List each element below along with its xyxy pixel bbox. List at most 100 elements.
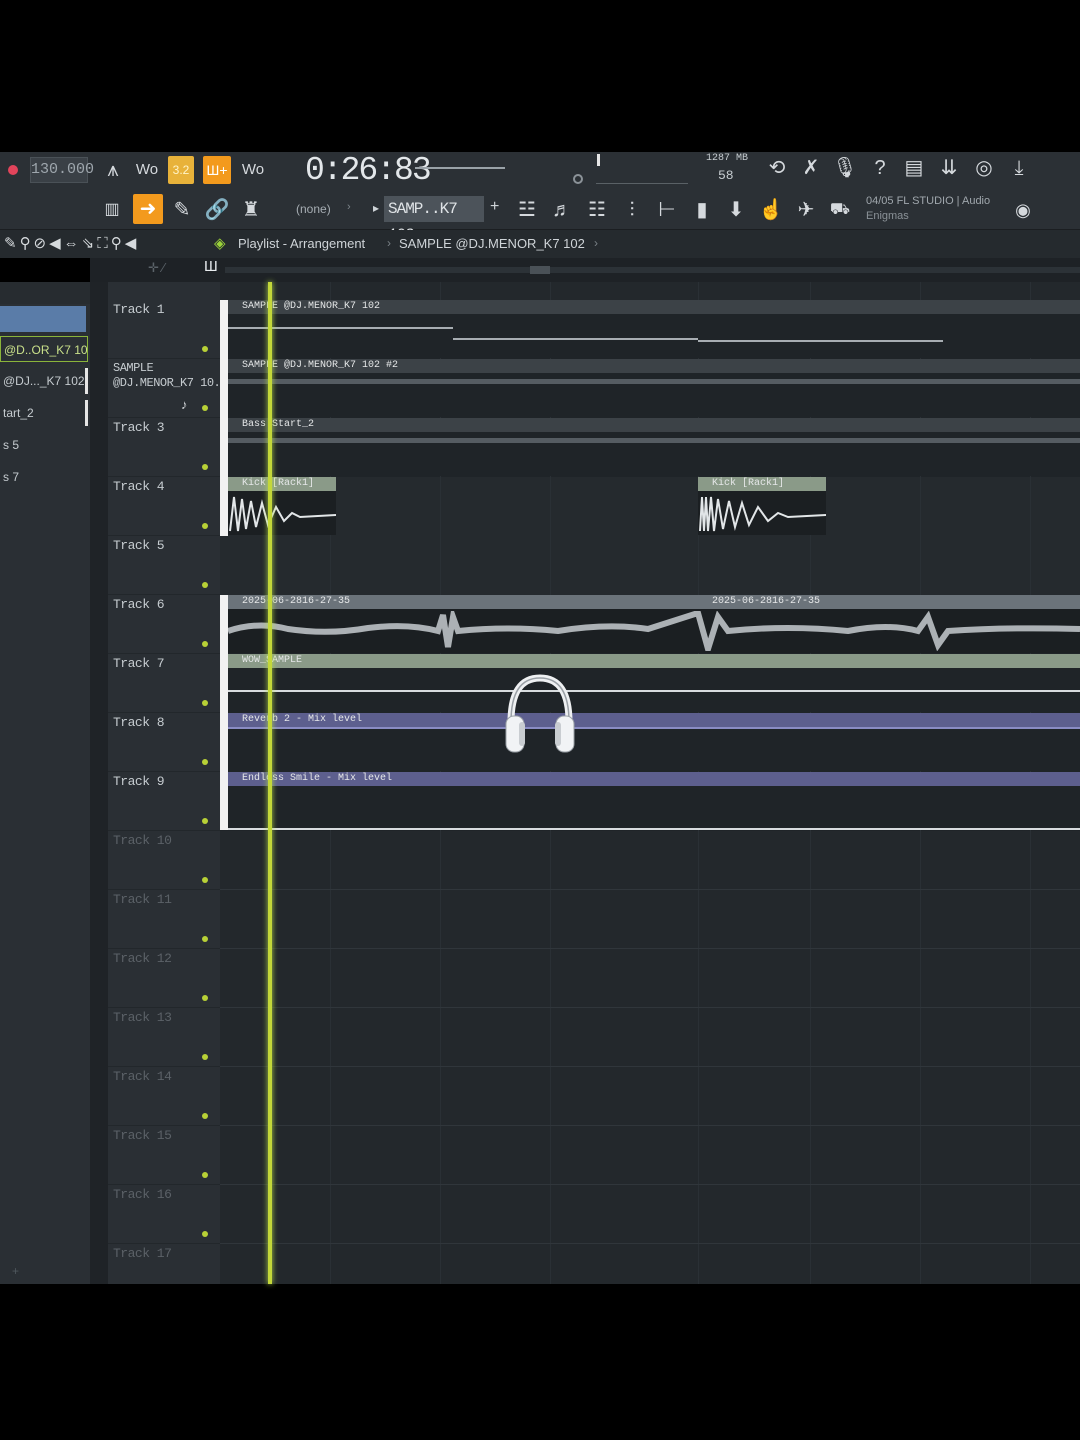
automation-clip[interactable]: Endless Smile - Mix level xyxy=(228,772,1080,830)
browser-item[interactable]: @D..OR_K7 102 xyxy=(0,336,88,362)
song-mode-button[interactable]: ➜ xyxy=(133,194,163,224)
add-pattern-icon[interactable]: + xyxy=(490,198,499,216)
playlist-pattern-name[interactable]: SAMPLE @DJ.MENOR_K7 102 xyxy=(399,236,585,251)
pattern-prev-icon[interactable]: ▸ xyxy=(373,201,379,215)
snap-select[interactable]: (none) xyxy=(296,202,331,216)
playlist-tools[interactable]: ✎⚲⊘◀⇔⇘⛶⚲◀ xyxy=(4,234,139,252)
track-name[interactable]: Track 11 xyxy=(113,892,172,907)
metronome-icon[interactable]: ⩚ xyxy=(100,158,126,182)
record-icon[interactable] xyxy=(8,165,18,175)
browser-selected-row[interactable] xyxy=(0,306,86,332)
track-name[interactable]: Track 13 xyxy=(113,1010,172,1025)
scroll-track[interactable] xyxy=(225,267,1080,273)
save-icon[interactable]: ▤ xyxy=(901,156,927,180)
scroll-thumb[interactable] xyxy=(530,266,550,274)
help-icon[interactable]: ? xyxy=(867,156,893,180)
audio-clip[interactable]: Kick [Rack1] xyxy=(228,477,336,535)
track-name[interactable]: Track 9 xyxy=(113,774,165,789)
plugin-icon[interactable]: ⬇ xyxy=(723,198,749,222)
news-subtext[interactable]: Enigmas xyxy=(866,210,909,222)
cart-icon[interactable]: ⛟ xyxy=(827,198,853,222)
master-volume-knob[interactable] xyxy=(573,174,583,184)
audio-clip[interactable]: Kick [Rack1] xyxy=(698,477,826,535)
piano-roll-icon[interactable]: ♬ xyxy=(549,198,575,222)
track-name[interactable]: Track 5 xyxy=(113,538,165,553)
audio-clip[interactable]: 2025-06-2816-27-35 2025-06-2816-27-35 xyxy=(228,595,1080,653)
chat-icon[interactable]: ◎ xyxy=(971,156,997,180)
pattern-number-display[interactable]: 3.2 xyxy=(168,156,194,184)
browser-item[interactable]: s 7 xyxy=(0,464,88,490)
track-mute-dot[interactable] xyxy=(202,700,208,706)
track-name[interactable]: Track 12 xyxy=(113,951,172,966)
pattern-clip[interactable]: WOW_SAMPLE xyxy=(228,654,1080,712)
wait-input-icon[interactable]: Wo xyxy=(134,158,160,182)
track-name[interactable]: Track 17 xyxy=(113,1246,172,1261)
track-name[interactable]: Track 4 xyxy=(113,479,165,494)
undo-history-icon[interactable]: ⟲ xyxy=(764,156,790,180)
export-icon[interactable]: ⇊ xyxy=(936,156,962,180)
pattern-clip[interactable]: Bass Start_2 xyxy=(228,418,1080,476)
track-name[interactable]: Track 16 xyxy=(113,1187,172,1202)
cut-tools-icon[interactable]: ✗ xyxy=(798,156,824,180)
track-name[interactable]: Track 15 xyxy=(113,1128,172,1143)
stamp-icon[interactable]: ♜ xyxy=(238,198,264,222)
mixer-icon[interactable]: ⫶ xyxy=(619,198,645,222)
track-mute-dot[interactable] xyxy=(202,405,208,411)
pattern-clip[interactable]: SAMPLE @DJ.MENOR_K7 102 xyxy=(228,300,1080,358)
pattern-clip[interactable]: SAMPLE @DJ.MENOR_K7 102 #2 xyxy=(228,359,1080,417)
browser-item[interactable]: @DJ..._K7 102 #2 xyxy=(0,368,88,394)
playlist-grid[interactable]: SAMPLE @DJ.MENOR_K7 102 SAMPLE @DJ.MENOR… xyxy=(220,282,1080,1284)
track-mute-dot[interactable] xyxy=(202,1054,208,1060)
file-icon[interactable]: ▮ xyxy=(689,198,715,222)
pattern-select[interactable]: SAMP..K7 102 xyxy=(384,196,484,244)
wrench-icon[interactable]: ✈ xyxy=(793,198,819,222)
track-name[interactable]: Track 8 xyxy=(113,715,165,730)
track-name[interactable]: Track 1 xyxy=(113,302,165,317)
track-mute-dot[interactable] xyxy=(202,759,208,765)
snap-arrow-icon[interactable]: › xyxy=(347,201,351,213)
track-mute-dot[interactable] xyxy=(202,582,208,588)
track-mute-dot[interactable] xyxy=(202,523,208,529)
track-name[interactable]: Track 6 xyxy=(113,597,165,612)
step-edit-button[interactable]: Ш+ xyxy=(203,156,231,184)
browser-item[interactable]: tart_2 xyxy=(0,400,88,426)
song-position-line[interactable] xyxy=(415,167,505,169)
add-item-icon[interactable]: + xyxy=(12,1264,19,1278)
automation-clip[interactable]: Reverb 2 - Mix level xyxy=(228,713,1080,771)
track-mute-dot[interactable] xyxy=(202,995,208,1001)
loop-record-icon[interactable]: Wo xyxy=(240,158,266,182)
piano-keys-icon[interactable]: ▥ xyxy=(99,198,125,222)
track-mute-dot[interactable] xyxy=(202,464,208,470)
download-icon[interactable]: ⤓ xyxy=(1006,156,1032,180)
track-name[interactable]: SAMPLE @DJ.MENOR_K7 10.. xyxy=(113,361,227,391)
news-text[interactable]: 04/05 FL STUDIO | Audio xyxy=(866,195,990,207)
pencil-icon[interactable]: ✎ xyxy=(169,198,195,222)
playlist-icon[interactable]: ☳ xyxy=(514,198,540,222)
track-mute-dot[interactable] xyxy=(202,1172,208,1178)
microphone-icon[interactable]: 🎙 xyxy=(832,156,858,180)
playhead[interactable] xyxy=(268,282,272,1284)
track-name[interactable]: Track 3 xyxy=(113,420,165,435)
track-name[interactable]: Track 14 xyxy=(113,1069,172,1084)
timeline-bar[interactable]: ✛ ⁄ Ш xyxy=(90,258,1080,282)
track-mute-dot[interactable] xyxy=(202,936,208,942)
browser-item[interactable]: s 5 xyxy=(0,432,88,458)
breadcrumb-arrow[interactable]: › xyxy=(594,236,598,250)
track-mute-dot[interactable] xyxy=(202,818,208,824)
touch-icon[interactable]: ☝ xyxy=(758,198,784,222)
time-display[interactable]: 0:26:83 xyxy=(305,152,432,190)
channel-rack-icon[interactable]: ☷ xyxy=(584,198,610,222)
track-mute-dot[interactable] xyxy=(202,346,208,352)
track-name[interactable]: Track 10 xyxy=(113,833,172,848)
tempo-display[interactable]: 130.000 xyxy=(30,157,94,183)
browser-icon[interactable]: ⊢ xyxy=(654,198,680,222)
globe-icon[interactable]: ◉ xyxy=(1010,198,1036,222)
piano-mode-icon[interactable]: Ш xyxy=(204,258,218,275)
link-icon[interactable]: 🔗 xyxy=(204,198,230,222)
track-name[interactable]: Track 7 xyxy=(113,656,165,671)
track-mute-dot[interactable] xyxy=(202,1231,208,1237)
track-mute-dot[interactable] xyxy=(202,877,208,883)
zoom-icon[interactable]: ✛ ⁄ xyxy=(148,260,165,276)
track-mute-dot[interactable] xyxy=(202,1113,208,1119)
track-mute-dot[interactable] xyxy=(202,641,208,647)
